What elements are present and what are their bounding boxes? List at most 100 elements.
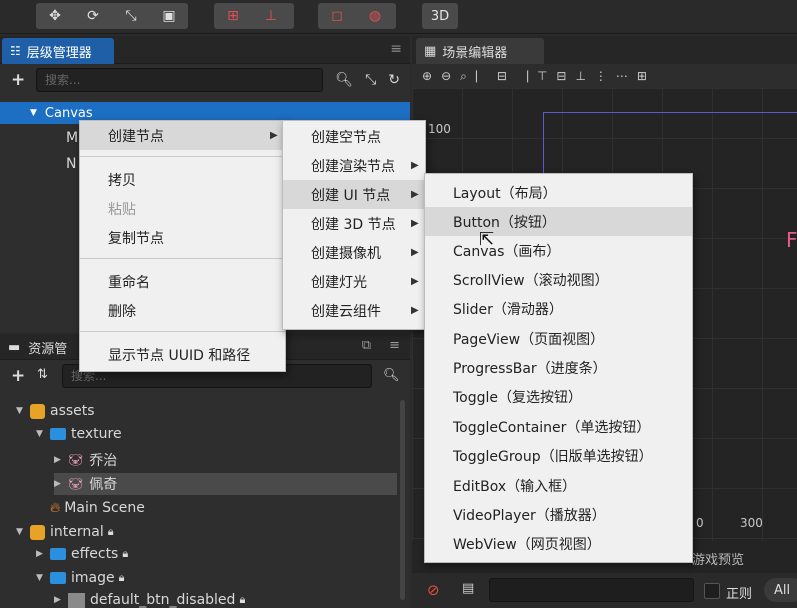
collapse-triangle-icon[interactable]: ▶: [36, 549, 50, 559]
menu-item-duplicate[interactable]: 复制节点: [80, 223, 285, 252]
globe-icon[interactable]: ◍: [356, 3, 394, 29]
collapse-triangle-icon[interactable]: ▶: [54, 595, 68, 605]
regex-label: 正则: [726, 587, 753, 602]
menu-item-create-3d[interactable]: 创建 3D 节点 ▶: [283, 209, 425, 238]
menu-item-layout[interactable]: Layout（布局）: [425, 178, 692, 207]
expand-triangle-icon[interactable]: ▼: [16, 406, 30, 416]
menu-item-toggle[interactable]: Toggle（复选按钮）: [425, 382, 692, 411]
align-center-icon[interactable]: ⊟: [497, 69, 507, 83]
menu-item-create-camera[interactable]: 创建摄像机 ▶: [283, 238, 425, 267]
tree-node-n[interactable]: N: [66, 156, 76, 172]
hamburger-menu-icon[interactable]: ≡: [390, 41, 402, 57]
menu-item-paste[interactable]: 粘贴: [80, 194, 285, 223]
menu-item-scrollview[interactable]: ScrollView（滚动视图）: [425, 265, 692, 294]
expand-triangle-icon[interactable]: ▼: [36, 429, 50, 439]
tab-game-preview[interactable]: 游戏预览: [692, 549, 744, 568]
search-icon[interactable]: 🔍︎: [383, 368, 400, 383]
align-middle-icon[interactable]: ⊟: [556, 69, 566, 83]
menu-item-create-ui[interactable]: 创建 UI 节点 ▶: [283, 180, 425, 209]
menu-item-rename[interactable]: 重命名: [80, 267, 285, 296]
expand-triangle-icon[interactable]: ▼: [36, 573, 50, 583]
scale-tool-icon[interactable]: ⤡: [112, 3, 150, 29]
submenu-arrow-icon: ▶: [411, 160, 419, 171]
tree-item-image[interactable]: ▼ image 🔒︎: [36, 567, 124, 589]
popout-icon[interactable]: ⧉: [362, 338, 371, 353]
clear-icon[interactable]: ⊘: [427, 581, 440, 599]
distribute-v-icon[interactable]: ⋯: [616, 69, 628, 83]
menu-item-button[interactable]: Button（按钮）: [425, 207, 692, 236]
menu-item-create-render[interactable]: 创建渲染节点 ▶: [283, 151, 425, 180]
tree-item-internal[interactable]: ▼ internal 🔒︎: [16, 521, 114, 543]
assets-scrollbar[interactable]: [400, 400, 405, 600]
tree-item-peppa[interactable]: ▶ 🐷︎ 佩奇: [54, 473, 397, 495]
menu-item-create-light[interactable]: 创建灯光 ▶: [283, 267, 425, 296]
hierarchy-tab[interactable]: ☷ 层级管理器: [2, 38, 114, 64]
view-3d-button[interactable]: 3D: [422, 3, 458, 29]
tree-node-m[interactable]: M: [66, 130, 78, 146]
scene-editor-tab[interactable]: ▦ 场景编辑器: [416, 38, 544, 64]
menu-item-pageview[interactable]: PageView（页面视图）: [425, 324, 692, 353]
tree-item-effects[interactable]: ▶ effects 🔒︎: [36, 543, 128, 565]
folder-icon: [50, 428, 66, 440]
move-tool-icon[interactable]: ✥: [36, 3, 74, 29]
search-icon[interactable]: 🔍︎: [335, 72, 353, 88]
collapse-triangle-icon[interactable]: ▶: [54, 479, 68, 489]
log-level-select[interactable]: All: [764, 578, 797, 602]
menu-item-label: ToggleContainer（单选按钮）: [453, 419, 651, 436]
collapse-icon[interactable]: ⤡: [365, 72, 376, 88]
tree-item-texture[interactable]: ▼ texture: [36, 423, 122, 445]
expand-triangle-icon[interactable]: ▼: [16, 527, 30, 537]
hierarchy-search-tools: 🔍︎ ⤡ ↻: [335, 72, 400, 88]
menu-item-progressbar[interactable]: ProgressBar（进度条）: [425, 353, 692, 382]
add-asset-icon[interactable]: +: [11, 366, 25, 386]
collapse-triangle-icon[interactable]: ▶: [54, 455, 68, 465]
menu-item-togglegroup[interactable]: ToggleGroup（旧版单选按钮）: [425, 441, 692, 470]
tree-item-main-scene[interactable]: 🔥︎ Main Scene: [50, 497, 145, 519]
rotate-tool-icon[interactable]: ⟳: [74, 3, 112, 29]
menu-item-label: EditBox（输入框）: [453, 478, 577, 495]
menu-item-editbox[interactable]: EditBox（输入框）: [425, 471, 692, 500]
menu-item-create-cloud[interactable]: 创建云组件 ▶: [283, 296, 425, 325]
menu-item-delete[interactable]: 删除: [80, 296, 285, 325]
menu-item-create-empty[interactable]: 创建空节点: [283, 122, 425, 151]
menu-item-create-node[interactable]: 创建节点 ▶: [80, 121, 285, 150]
menu-item-slider[interactable]: Slider（滑动器）: [425, 294, 692, 323]
pivot-icon[interactable]: ⊞: [214, 3, 252, 29]
zoom-in-icon[interactable]: ⊕: [422, 69, 432, 83]
distribute-h-icon[interactable]: ⋮: [595, 69, 607, 83]
hierarchy-search-input[interactable]: 搜索...: [36, 68, 323, 92]
snap-icon[interactable]: ◻: [318, 3, 356, 29]
expand-triangle-icon[interactable]: ▼: [30, 108, 37, 118]
menu-item-webview[interactable]: WebView（网页视图）: [425, 529, 692, 558]
menu-item-canvas[interactable]: Canvas（画布）: [425, 236, 692, 265]
zoom-fit-icon[interactable]: ⌕: [460, 69, 467, 84]
menu-item-label: Layout（布局）: [453, 185, 557, 202]
tree-item-assets[interactable]: ▼ assets: [16, 400, 95, 422]
hamburger-menu-icon[interactable]: ≡: [389, 338, 400, 353]
menu-item-label: 重命名: [108, 274, 150, 291]
rect-tool-icon[interactable]: ▣: [150, 3, 188, 29]
assets-tab-tools: ⧉ ≡: [362, 338, 400, 353]
distribute-icon[interactable]: ⊞: [637, 69, 647, 83]
refresh-icon[interactable]: ↻: [388, 72, 400, 88]
sort-icon[interactable]: ⇅: [37, 367, 48, 382]
regex-checkbox[interactable]: [704, 583, 720, 599]
menu-item-videoplayer[interactable]: VideoPlayer（播放器）: [425, 500, 692, 529]
local-icon[interactable]: ⊥: [252, 3, 290, 29]
tree-item-george[interactable]: ▶ 🐷︎ 乔治: [54, 449, 117, 471]
tree-item-default-btn-disabled[interactable]: ▶ default_btn_disabled 🔒︎: [54, 589, 245, 608]
align-left-icon[interactable]: ⎸: [476, 69, 488, 84]
console-filter-input[interactable]: [489, 578, 694, 602]
align-right-icon[interactable]: ⎹: [516, 69, 528, 84]
menu-item-show-uuid[interactable]: 显示节点 UUID 和路径: [80, 340, 285, 369]
menu-item-copy[interactable]: 拷贝: [80, 165, 285, 194]
assets-tab[interactable]: ▬ 资源管: [8, 338, 67, 357]
open-log-icon[interactable]: ▤: [462, 581, 474, 596]
align-top-icon[interactable]: ⊤: [537, 69, 547, 83]
zoom-out-icon[interactable]: ⊖: [441, 69, 451, 83]
menu-item-label: 创建云组件: [311, 303, 381, 320]
menu-item-label: 创建灯光: [311, 274, 367, 291]
add-node-icon[interactable]: +: [11, 70, 25, 90]
align-bottom-icon[interactable]: ⊥: [575, 69, 585, 83]
menu-item-togglecontainer[interactable]: ToggleContainer（单选按钮）: [425, 412, 692, 441]
